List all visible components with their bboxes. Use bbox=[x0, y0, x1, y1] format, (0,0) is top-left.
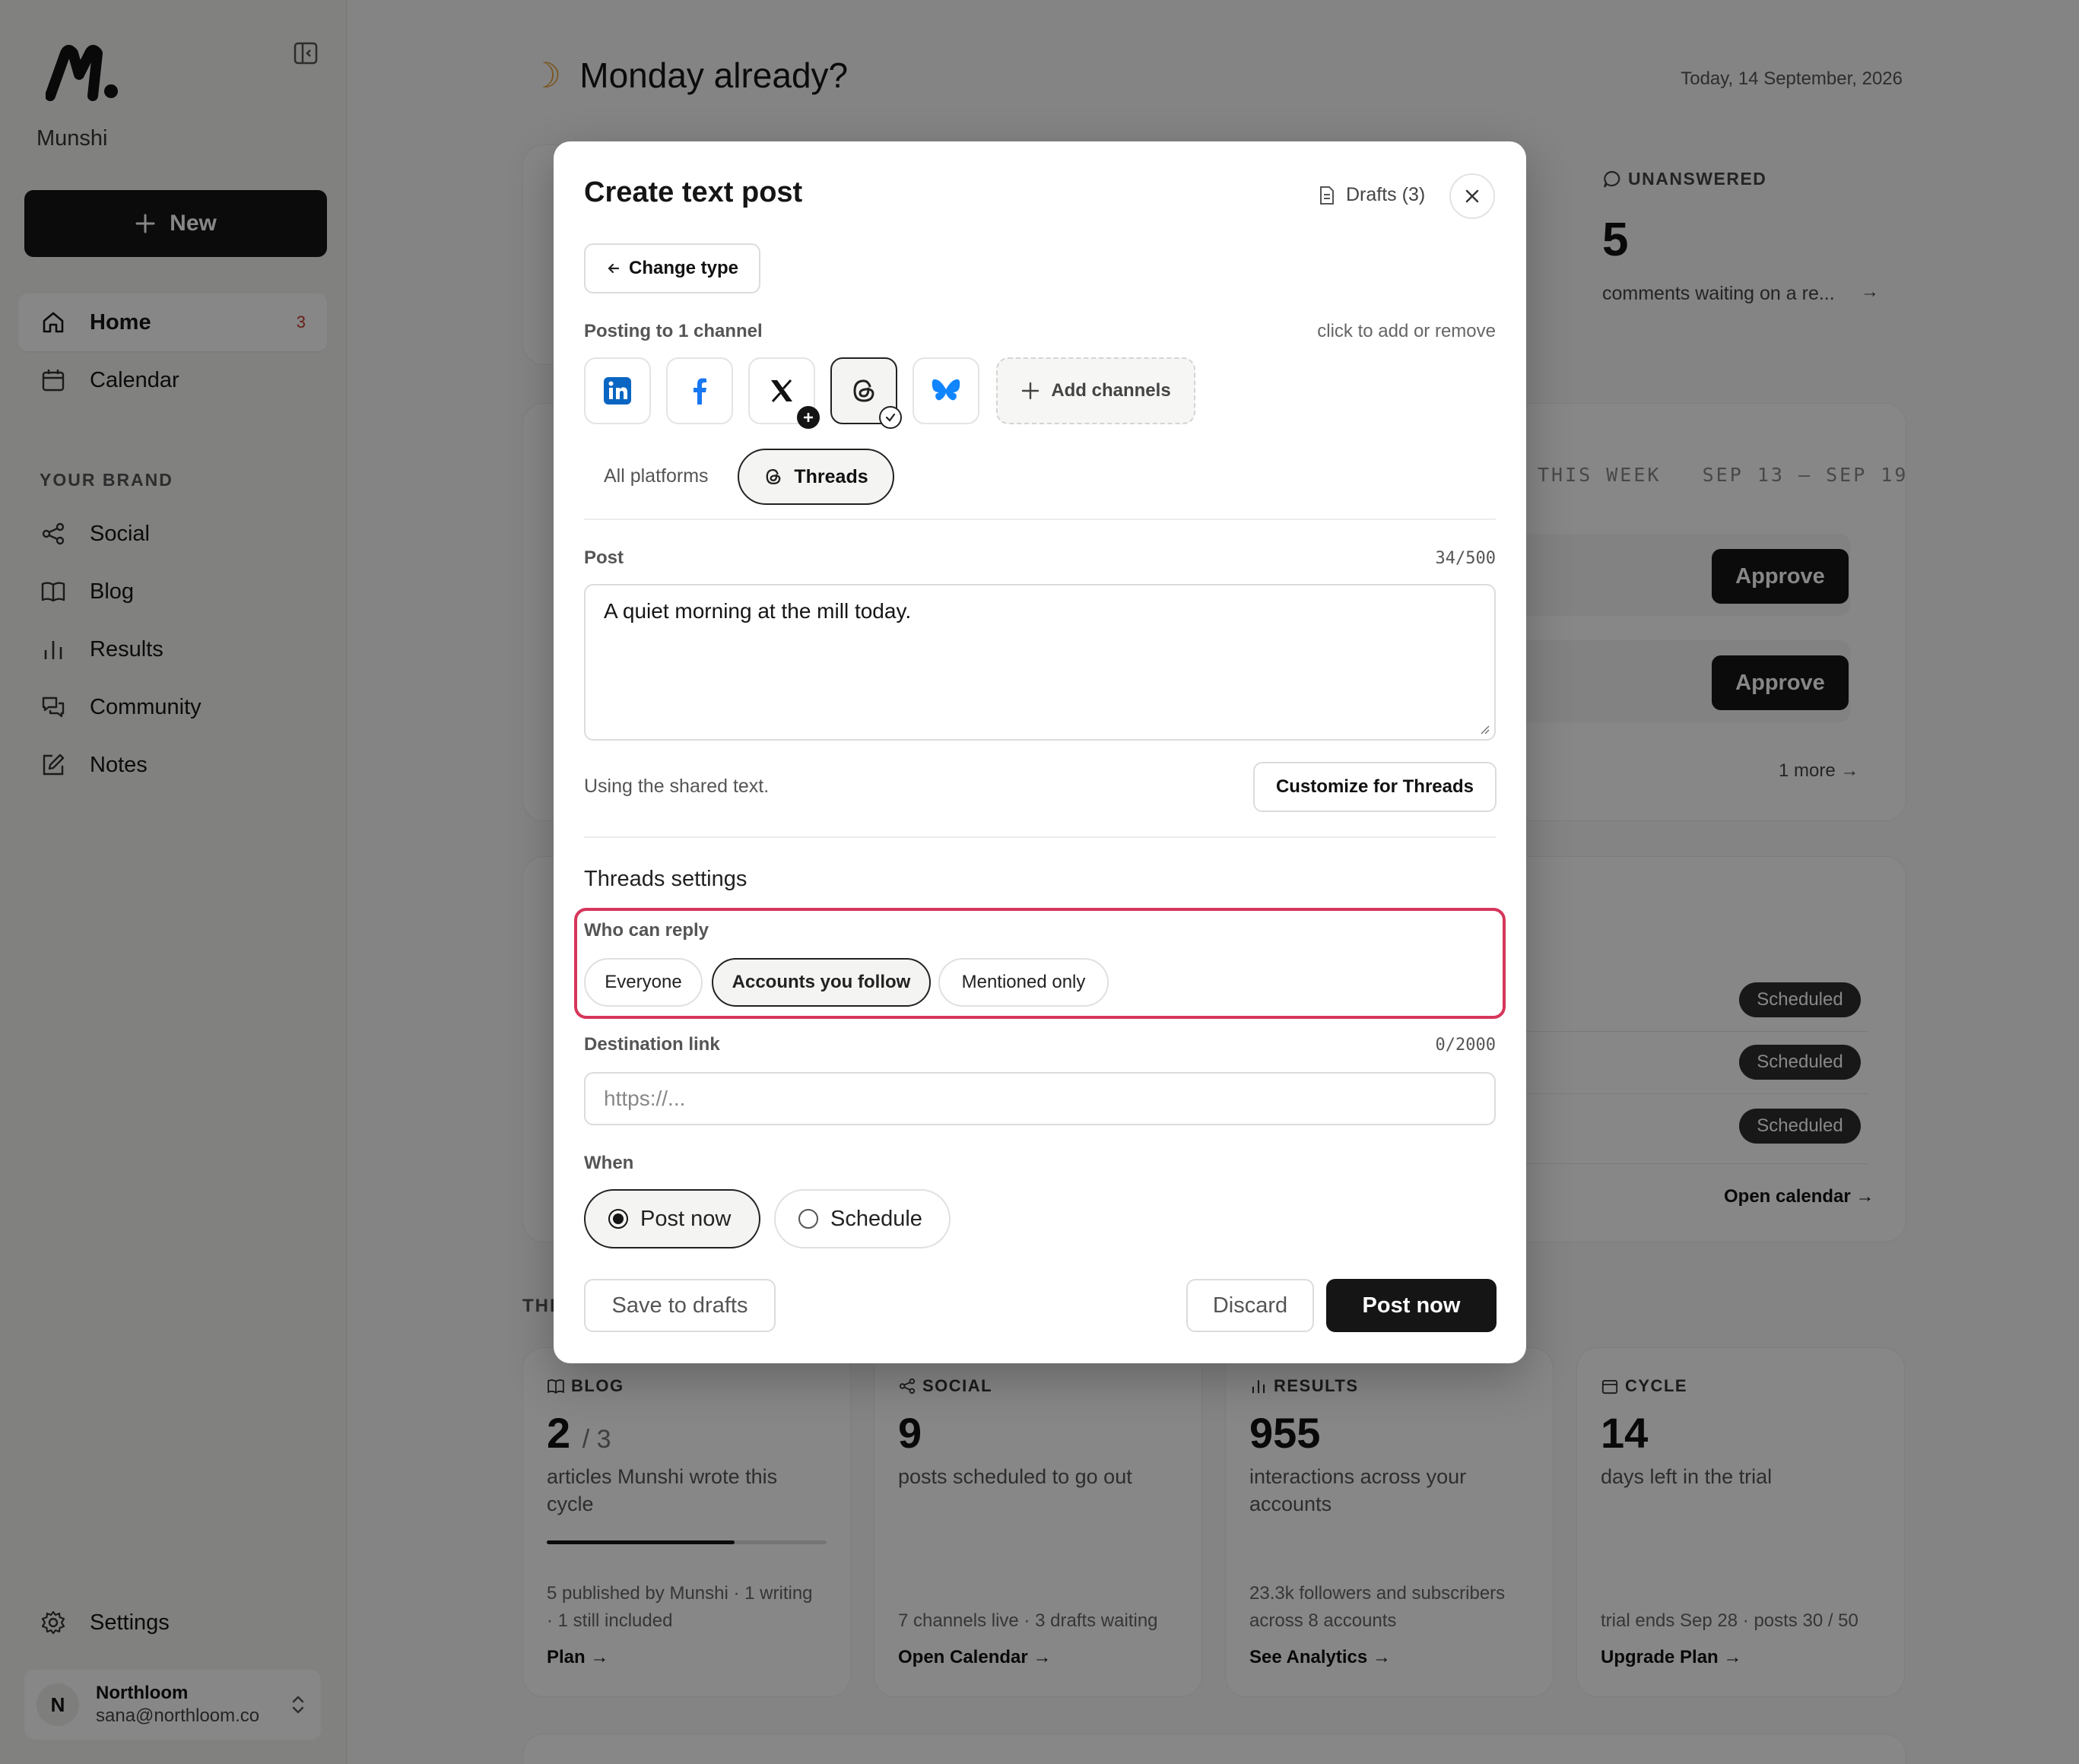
save-to-drafts-button[interactable]: Save to drafts bbox=[584, 1279, 776, 1332]
channel-bluesky[interactable] bbox=[913, 357, 979, 424]
divider bbox=[584, 836, 1496, 838]
channel-facebook[interactable] bbox=[666, 357, 733, 424]
drafts-button[interactable]: Drafts (3) bbox=[1319, 184, 1425, 206]
destination-link-input[interactable] bbox=[584, 1072, 1496, 1125]
posting-hint: click to add or remove bbox=[1317, 321, 1496, 341]
when-option-schedule[interactable]: Schedule bbox=[774, 1189, 951, 1248]
radio-selected-icon bbox=[608, 1209, 628, 1229]
facebook-icon bbox=[694, 378, 706, 405]
change-type-button[interactable]: Change type bbox=[584, 243, 760, 293]
customize-for-threads-button[interactable]: Customize for Threads bbox=[1253, 762, 1497, 812]
document-icon bbox=[1320, 186, 1334, 205]
check-badge-icon bbox=[879, 406, 902, 429]
add-channels-button[interactable]: Add channels bbox=[996, 357, 1195, 424]
discard-button[interactable]: Discard bbox=[1186, 1279, 1314, 1332]
posting-label: Posting to 1 channel bbox=[584, 321, 763, 341]
add-badge-icon bbox=[797, 406, 820, 429]
arrow-left-icon bbox=[608, 263, 620, 274]
when-option-post-now[interactable]: Post now bbox=[584, 1189, 760, 1248]
x-icon bbox=[771, 379, 792, 403]
plus-icon bbox=[1022, 382, 1040, 400]
bluesky-icon bbox=[932, 379, 960, 401]
reply-option-mentioned-only[interactable]: Mentioned only bbox=[938, 958, 1109, 1007]
threads-icon bbox=[853, 379, 874, 402]
who-can-reply-label: Who can reply bbox=[584, 920, 709, 941]
post-now-button[interactable]: Post now bbox=[1326, 1279, 1497, 1332]
shared-text-note: Using the shared text. bbox=[584, 776, 770, 797]
reply-option-everyone[interactable]: Everyone bbox=[584, 958, 703, 1007]
create-text-post-modal: Create text post Drafts (3) Change type … bbox=[554, 141, 1526, 1363]
channel-threads[interactable] bbox=[830, 357, 902, 429]
close-button[interactable] bbox=[1449, 173, 1495, 219]
post-text: A quiet morning at the mill today. bbox=[604, 599, 912, 623]
post-textarea[interactable]: A quiet morning at the mill today. bbox=[584, 584, 1496, 741]
destination-link-label: Destination link bbox=[584, 1034, 720, 1055]
close-icon bbox=[1465, 189, 1479, 203]
channel-x[interactable] bbox=[748, 357, 820, 429]
modal-title: Create text post bbox=[584, 176, 803, 208]
post-char-count: 34/500 bbox=[1435, 549, 1496, 568]
divider bbox=[584, 519, 1496, 520]
threads-settings-title: Threads settings bbox=[584, 867, 747, 891]
tab-all-platforms[interactable]: All platforms bbox=[604, 465, 709, 487]
resize-handle-icon[interactable] bbox=[1478, 722, 1490, 734]
linkedin-icon bbox=[604, 377, 631, 405]
destination-char-count: 0/2000 bbox=[1435, 1036, 1496, 1055]
when-label: When bbox=[584, 1153, 634, 1173]
tab-threads[interactable]: Threads bbox=[738, 449, 894, 505]
channel-linkedin[interactable] bbox=[584, 357, 651, 424]
reply-option-accounts-you-follow[interactable]: Accounts you follow bbox=[712, 958, 931, 1007]
threads-icon bbox=[766, 468, 781, 485]
radio-unselected-icon bbox=[798, 1209, 818, 1229]
post-label: Post bbox=[584, 547, 624, 568]
